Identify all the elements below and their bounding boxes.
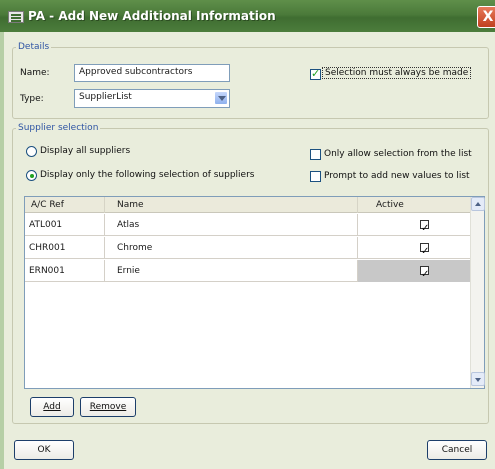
chevron-down-icon[interactable] bbox=[214, 91, 228, 105]
radio-display-all[interactable] bbox=[26, 146, 37, 157]
dialog-body: Details Name: Approved subcontractors Ty… bbox=[4, 32, 495, 469]
cell-name: Chrome bbox=[105, 237, 358, 259]
scroll-up-icon[interactable] bbox=[471, 197, 485, 211]
cell-name: Atlas bbox=[105, 214, 358, 236]
type-select[interactable]: SupplierList bbox=[74, 89, 230, 108]
add-button[interactable]: Add bbox=[30, 397, 74, 417]
cell-active bbox=[358, 237, 470, 263]
active-checkbox[interactable] bbox=[420, 241, 429, 263]
column-header-active[interactable]: Active bbox=[358, 197, 470, 213]
prompt-add-checkbox[interactable] bbox=[310, 171, 321, 182]
active-checkbox[interactable] bbox=[420, 218, 429, 240]
table-row[interactable]: ERN001 Ernie bbox=[25, 260, 470, 286]
cell-active-selected bbox=[358, 260, 470, 286]
scroll-down-icon[interactable] bbox=[471, 372, 485, 386]
radio-display-selection-label: Display only the following selection of … bbox=[40, 170, 255, 180]
ok-button[interactable]: OK bbox=[14, 440, 74, 460]
cell-name: Ernie bbox=[105, 260, 358, 282]
type-select-value: SupplierList bbox=[79, 92, 132, 102]
table-row[interactable]: CHR001 Chrome bbox=[25, 237, 470, 263]
name-field[interactable]: Approved subcontractors bbox=[74, 64, 230, 82]
active-checkbox[interactable] bbox=[420, 264, 429, 286]
remove-button[interactable]: Remove bbox=[80, 397, 136, 417]
column-header-ref[interactable]: A/C Ref bbox=[25, 197, 105, 213]
table-row[interactable]: ATL001 Atlas bbox=[25, 214, 470, 240]
supplier-grid[interactable]: A/C Ref Name Active ATL001 Atlas CHR001 … bbox=[24, 196, 485, 389]
title-bar[interactable]: PA - Add New Additional Information X bbox=[0, 0, 495, 32]
cell-ref: CHR001 bbox=[25, 237, 105, 259]
must-select-label: Selection must always be made bbox=[322, 67, 472, 79]
cell-ref: ATL001 bbox=[25, 214, 105, 236]
dialog-window: PA - Add New Additional Information X De… bbox=[0, 0, 495, 469]
vertical-scrollbar[interactable] bbox=[470, 197, 485, 388]
cell-active bbox=[358, 214, 470, 240]
name-label: Name: bbox=[20, 68, 50, 78]
cell-ref: ERN001 bbox=[25, 260, 105, 282]
radio-display-all-label: Display all suppliers bbox=[40, 146, 131, 156]
only-allow-label: Only allow selection from the list bbox=[324, 149, 472, 159]
add-button-label: Add bbox=[43, 402, 61, 412]
cancel-button[interactable]: Cancel bbox=[427, 440, 487, 460]
ok-button-label: OK bbox=[37, 445, 51, 455]
supplier-selection-group-label: Supplier selection bbox=[16, 123, 101, 133]
details-group bbox=[12, 47, 489, 119]
only-allow-checkbox[interactable] bbox=[310, 149, 321, 160]
window-title: PA - Add New Additional Information bbox=[28, 9, 276, 23]
app-icon bbox=[8, 11, 24, 23]
remove-button-label: Remove bbox=[89, 402, 127, 412]
grid-header: A/C Ref Name Active bbox=[25, 197, 470, 213]
must-select-checkbox[interactable] bbox=[310, 67, 321, 80]
type-label: Type: bbox=[20, 94, 44, 104]
prompt-add-label: Prompt to add new values to list bbox=[324, 171, 470, 181]
cancel-button-label: Cancel bbox=[441, 445, 473, 455]
details-group-label: Details bbox=[16, 42, 52, 52]
close-button[interactable]: X bbox=[477, 6, 495, 28]
radio-display-selection[interactable] bbox=[26, 170, 37, 181]
column-header-name[interactable]: Name bbox=[105, 197, 358, 213]
